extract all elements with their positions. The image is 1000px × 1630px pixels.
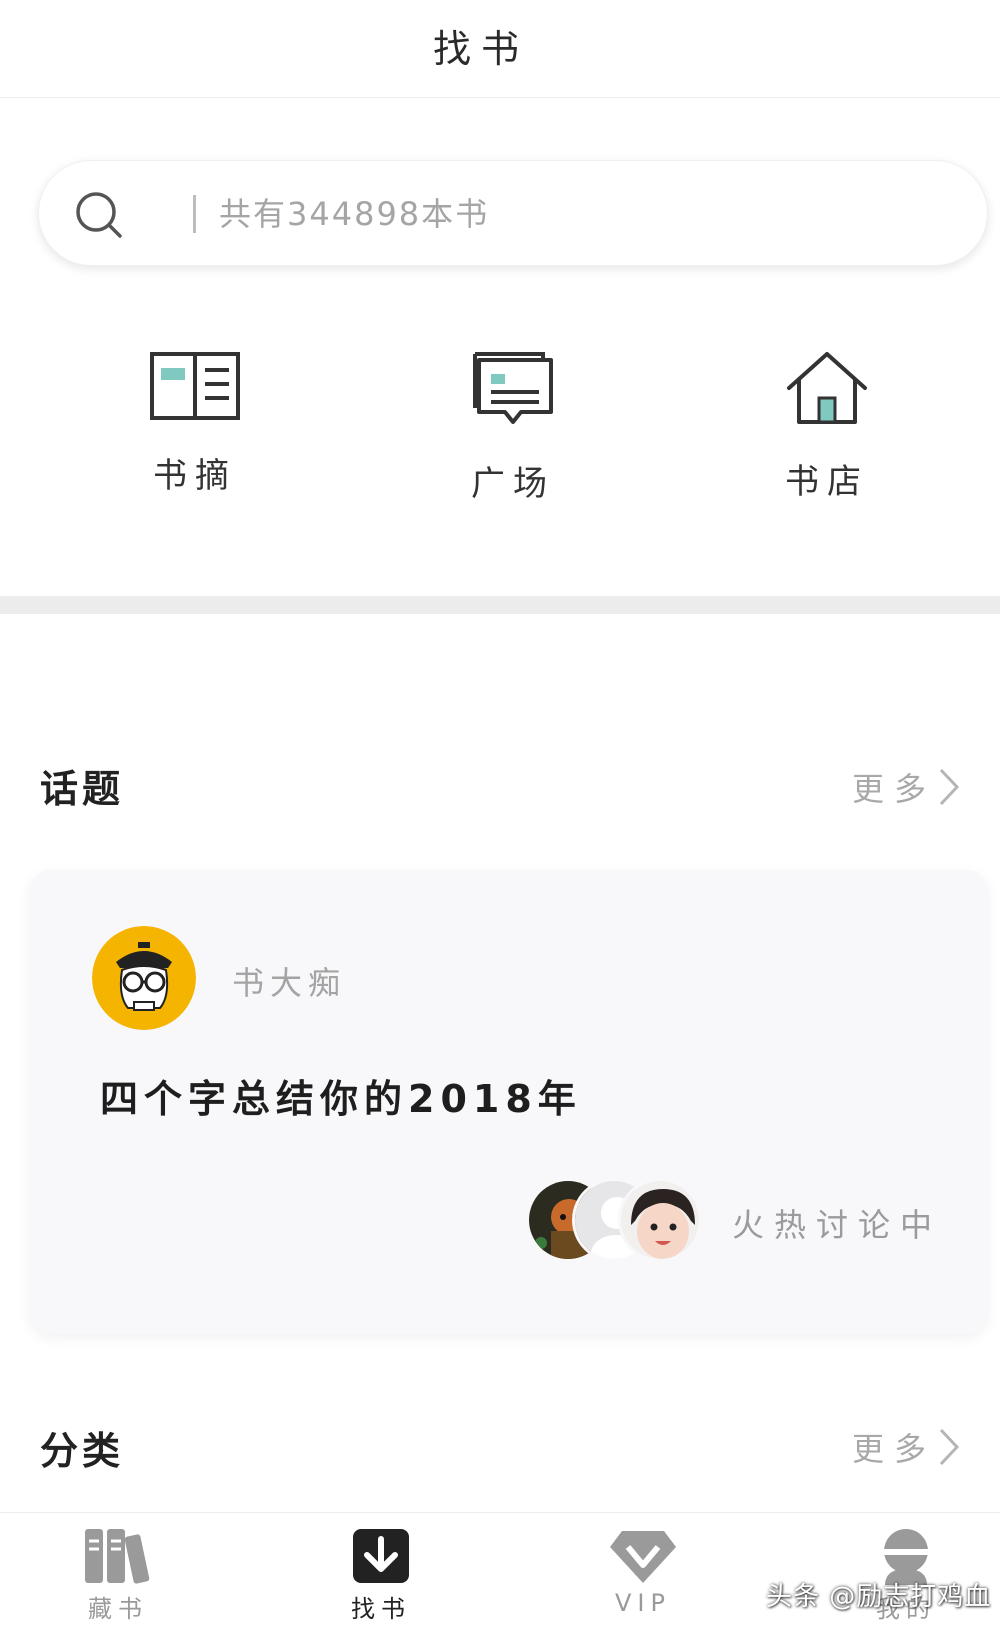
categories-more-link[interactable]: 更多 — [852, 1422, 960, 1472]
search-icon — [76, 192, 122, 238]
download-book-icon — [353, 1529, 409, 1583]
author-name[interactable]: 书大痴 — [232, 958, 346, 1004]
topic-title[interactable]: 四个字总结你的2018年 — [100, 1068, 582, 1123]
tab-vip[interactable]: VIP — [573, 1527, 713, 1617]
more-label: 更多 — [851, 770, 936, 808]
search-input[interactable] — [219, 187, 919, 241]
quick-link-book-excerpts[interactable]: 书摘 — [110, 350, 280, 520]
quick-link-label: 广场 — [471, 464, 555, 504]
section-title-topics: 话题 — [40, 767, 125, 811]
diamond-icon — [610, 1531, 676, 1583]
open-book-icon — [150, 352, 240, 420]
topic-card[interactable]: 书大痴 四个字总结你的2018年 火热讨论中 — [30, 870, 988, 1334]
author-avatar[interactable] — [92, 926, 196, 1030]
watermark: 头条 @励志打鸡血 — [766, 1582, 992, 1612]
chevron-right-icon — [939, 768, 960, 806]
tab-label: 藏书 — [88, 1595, 148, 1623]
message-board-icon — [473, 352, 553, 424]
tab-label: VIP — [615, 1589, 671, 1617]
tab-label: 找书 — [351, 1595, 411, 1623]
chevron-right-icon — [939, 1428, 960, 1466]
house-icon — [787, 352, 867, 424]
quick-link-label: 书店 — [785, 462, 869, 502]
top-bar: 找书 — [0, 0, 1000, 98]
section-title-categories: 分类 — [40, 1429, 125, 1473]
quick-link-label: 书摘 — [153, 456, 237, 496]
text-cursor — [193, 195, 196, 233]
search-bar[interactable] — [38, 160, 988, 266]
quick-link-bookstore[interactable]: 书店 — [742, 350, 912, 520]
participant-avatar — [618, 1178, 702, 1262]
tab-collection[interactable]: 藏书 — [48, 1527, 188, 1624]
tab-find-books[interactable]: 找书 — [311, 1527, 451, 1624]
discussion-status: 火热讨论中 — [732, 1206, 943, 1244]
section-divider — [0, 596, 1000, 614]
quick-link-square[interactable]: 广场 — [428, 350, 598, 520]
page-title: 找书 — [432, 27, 529, 71]
bookshelf-icon — [85, 1529, 150, 1584]
participant-avatars[interactable] — [526, 1178, 706, 1262]
topics-more-link[interactable]: 更多 — [852, 762, 960, 812]
more-label: 更多 — [851, 1430, 936, 1468]
